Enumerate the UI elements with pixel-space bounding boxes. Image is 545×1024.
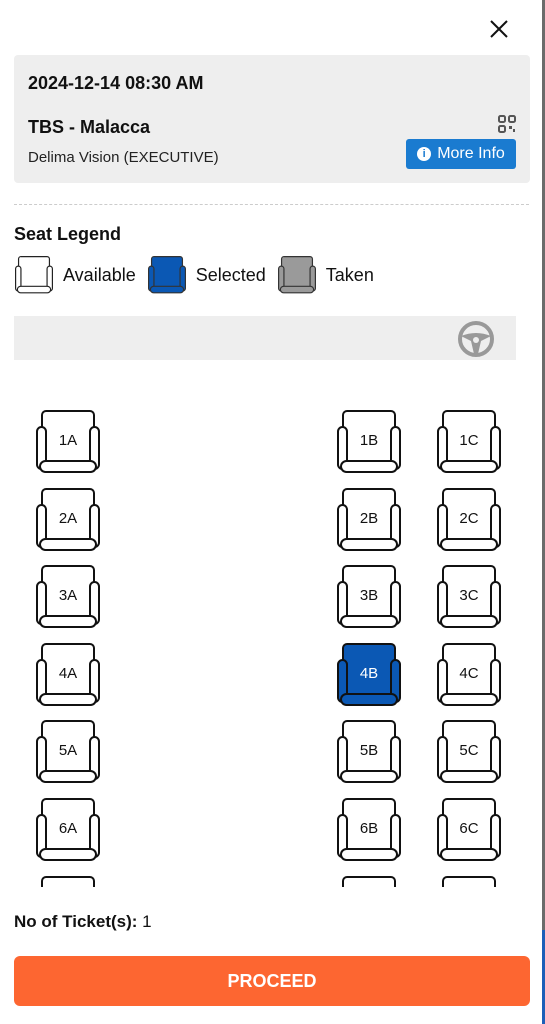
- seat-label: 3A: [58, 587, 78, 605]
- legend-item-selected: Selected: [147, 256, 278, 294]
- seat-1A[interactable]: 1A: [36, 410, 100, 474]
- seat-label: 1A: [58, 432, 78, 449]
- seat-label: 2B: [359, 509, 379, 527]
- qr-code-icon[interactable]: [498, 115, 516, 133]
- seat-3A[interactable]: 3A: [36, 565, 100, 629]
- seat-map[interactable]: 1A 1B 1C 2A 2B 2C 3A 3B 3C 4A 4B 4C 5A 5…: [0, 385, 540, 887]
- seat-3B[interactable]: 3B: [337, 565, 401, 629]
- seat-label: 4B: [359, 664, 379, 682]
- seat-legend: Available Selected Taken: [15, 256, 386, 294]
- trip-info-card: 2024-12-14 08:30 AM TBS - Malacca Delima…: [14, 55, 530, 183]
- seat-5B[interactable]: 5B: [337, 720, 401, 784]
- seat-icon: [15, 256, 53, 294]
- ticket-count: No of Ticket(s): 1: [14, 912, 152, 932]
- seat-label: 2C: [459, 509, 479, 527]
- seat-5A[interactable]: 5A: [36, 720, 100, 784]
- seat-partial[interactable]: [337, 875, 401, 887]
- seat-2B[interactable]: 2B: [337, 487, 401, 552]
- seat-5C[interactable]: 5C: [437, 720, 501, 784]
- seat-1C[interactable]: 1C: [437, 410, 501, 474]
- seat-label: 5A: [58, 742, 78, 760]
- seat-partial[interactable]: [36, 875, 100, 887]
- seat-partial[interactable]: [437, 875, 501, 887]
- seat-label: 2A: [58, 509, 78, 527]
- seat-label: 6A: [58, 820, 78, 837]
- seat-label: 4A: [58, 664, 78, 682]
- seat-label: 5B: [359, 742, 379, 760]
- seat-label: 3B: [359, 587, 379, 605]
- seat-6A[interactable]: 6A: [36, 798, 100, 862]
- proceed-button[interactable]: PROCEED: [14, 956, 530, 1006]
- seat-4A[interactable]: 4A: [36, 642, 100, 707]
- seat-6C[interactable]: 6C: [437, 798, 501, 862]
- ticket-count-value: 1: [142, 912, 152, 931]
- seat-label: 1C: [459, 432, 479, 449]
- legend-label: Taken: [325, 264, 374, 285]
- seat-4B[interactable]: 4B: [337, 642, 401, 707]
- seat-icon: [277, 256, 316, 294]
- ticket-count-label: No of Ticket(s):: [14, 912, 138, 931]
- legend-label: Selected: [195, 264, 266, 285]
- seat-4C[interactable]: 4C: [437, 642, 501, 707]
- seat-icon: [147, 256, 186, 294]
- bus-name: Delima Vision (EXECUTIVE): [28, 149, 219, 166]
- seat-label: 5C: [459, 742, 479, 760]
- trip-datetime: 2024-12-14 08:30 AM: [28, 73, 204, 93]
- more-info-label: More Info: [437, 145, 505, 162]
- legend-item-available: Available: [15, 256, 148, 294]
- legend-label: Available: [63, 264, 136, 285]
- seat-label: 6B: [359, 820, 379, 837]
- trip-route: TBS - Malacca: [28, 117, 151, 137]
- seat-2A[interactable]: 2A: [36, 487, 100, 552]
- legend-title: Seat Legend: [14, 224, 122, 244]
- driver-area: [14, 316, 516, 360]
- seat-2C[interactable]: 2C: [437, 487, 501, 552]
- seat-label: 3C: [459, 587, 479, 605]
- seat-6B[interactable]: 6B: [337, 798, 401, 862]
- close-icon[interactable]: [486, 16, 512, 42]
- seat-label: 1B: [359, 432, 379, 449]
- steering-wheel-icon: [458, 321, 494, 357]
- seat-label: 6C: [459, 820, 479, 837]
- more-info-button[interactable]: i More Info: [406, 139, 516, 169]
- seat-3C[interactable]: 3C: [437, 565, 501, 629]
- seat-1B[interactable]: 1B: [337, 410, 401, 474]
- legend-item-taken: Taken: [277, 256, 386, 294]
- info-icon: i: [417, 147, 432, 161]
- seat-label: 4C: [459, 664, 479, 682]
- divider: [14, 204, 529, 205]
